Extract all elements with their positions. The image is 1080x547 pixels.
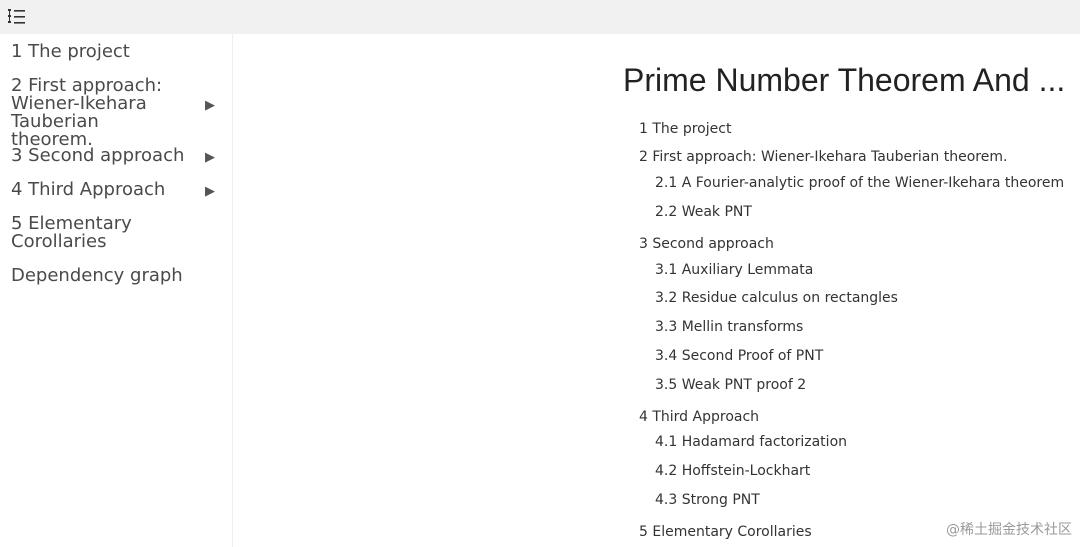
sidebar-item-label: 4 Third Approach [11, 179, 166, 200]
toc-entry[interactable]: 3.2 Residue calculus on rectangles [655, 290, 898, 306]
sidebar-item-label: 1 The project [11, 41, 130, 62]
sidebar: 1 The project 2 First approach: Wiener-I… [0, 34, 233, 547]
expand-arrow-icon[interactable]: ▶ [205, 183, 215, 201]
sidebar-item-label: 2 First approach: Wiener-Ikehara Tauberi… [11, 75, 163, 150]
top-bar [0, 0, 1080, 34]
toc-entry[interactable]: 3 Second approach [639, 236, 774, 252]
toc-entry[interactable]: 4 Third Approach [639, 409, 759, 425]
sidebar-item-the-project[interactable]: 1 The project [11, 43, 211, 61]
toc-entry[interactable]: 3.1 Auxiliary Lemmata [655, 262, 813, 278]
toc-entry[interactable]: 3.4 Second Proof of PNT [655, 348, 823, 364]
expand-arrow-icon[interactable]: ▶ [205, 97, 215, 115]
toc-entry[interactable]: 2 First approach: Wiener-Ikehara Tauberi… [639, 149, 1007, 165]
toc-entry[interactable]: 4.3 Strong PNT [655, 492, 760, 508]
sidebar-item-dependency-graph[interactable]: Dependency graph [11, 267, 211, 285]
page-title: Prime Number Theorem And ... [623, 62, 1066, 98]
sidebar-item-third-approach[interactable]: 4 Third Approach ▶ [11, 179, 215, 200]
sidebar-item-first-approach[interactable]: 2 First approach: Wiener-Ikehara Tauberi… [11, 75, 215, 150]
toc-toggle-icon[interactable] [6, 6, 28, 28]
sidebar-item-label: 3 Second approach [11, 145, 185, 166]
sidebar-item-label: Dependency graph [11, 265, 183, 286]
toc-entry[interactable]: 1 The project [639, 121, 731, 137]
sidebar-item-label: 5 Elementary Corollaries [11, 213, 132, 252]
toc-entry[interactable]: 4.1 Hadamard factorization [655, 434, 847, 450]
toc-entry[interactable]: 2.2 Weak PNT [655, 204, 752, 220]
toc-entry[interactable]: 3.3 Mellin transforms [655, 319, 803, 335]
watermark: @稀土掘金技术社区 [946, 522, 1072, 538]
main-content: Prime Number Theorem And ... 1 The proje… [233, 34, 1080, 547]
toc-entry[interactable]: 4.2 Hoffstein-Lockhart [655, 463, 810, 479]
sidebar-item-second-approach[interactable]: 3 Second approach ▶ [11, 145, 215, 166]
toc-entry[interactable]: 2.1 A Fourier-analytic proof of the Wien… [655, 175, 1064, 191]
toc-entry[interactable]: 5 Elementary Corollaries [639, 524, 812, 540]
sidebar-item-elementary-corollaries[interactable]: 5 Elementary Corollaries [11, 215, 211, 251]
expand-arrow-icon[interactable]: ▶ [205, 149, 215, 167]
toc-entry[interactable]: 3.5 Weak PNT proof 2 [655, 377, 806, 393]
